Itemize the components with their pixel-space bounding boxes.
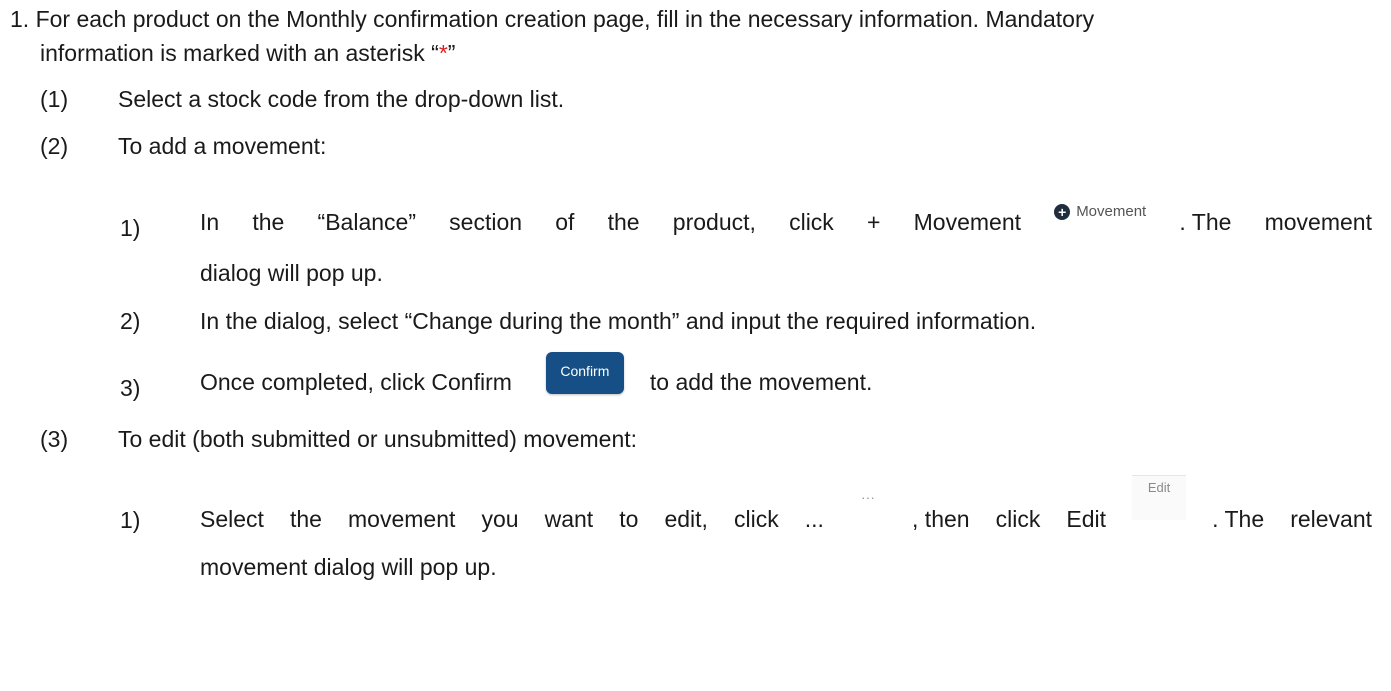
movement-button-label: Movement [1076, 203, 1147, 220]
more-options-icon[interactable]: ··· [850, 482, 886, 512]
step-2-2-number: 2) [120, 308, 141, 334]
step-3-text: To edit (both submitted or unsubmitted) … [118, 426, 638, 452]
plus-circle-icon: + [1054, 204, 1071, 220]
intro-number: 1. [10, 6, 30, 32]
step-3-1-line-2: movement dialog will pop up. [200, 554, 497, 580]
intro-line-1: 1. For each product on the Monthly confi… [10, 4, 1094, 34]
step-2-2-text: In the dialog, select “Change during the… [200, 308, 1037, 334]
step-2-3-number: 3) [120, 375, 141, 401]
step-2-3-line: Once completed, click Confirm Confirm to… [200, 352, 873, 406]
mandatory-asterisk: * [438, 40, 448, 66]
step-2-3-text-post: to add the movement. [649, 369, 873, 395]
step-2-number: (2) [40, 133, 69, 159]
intro-text-1: For each product on the Monthly confirma… [35, 6, 1095, 32]
intro-line-2: information is marked with an asterisk “… [40, 40, 456, 66]
confirm-button[interactable]: Confirm [545, 352, 624, 394]
step-2-3-text-pre: Once completed, click Confirm [200, 369, 512, 395]
step-3-number: (3) [40, 426, 69, 452]
step-2-1-line-2: dialog will pop up. [200, 260, 383, 286]
step-1-text: Select a stock code from the drop-down l… [118, 86, 565, 112]
step-2-1-number: 1) [120, 215, 141, 241]
movement-button[interactable]: + Movement [1054, 197, 1146, 227]
step-2-1-line-1: In the “Balance” section of the product,… [200, 198, 1372, 246]
step-2-text: To add a movement: [118, 133, 327, 159]
edit-menu-item[interactable]: Edit [1132, 475, 1187, 520]
step-3-1-number: 1) [120, 507, 141, 533]
step-3-1-line-1: Select the movement you want to edit, cl… [200, 475, 1372, 540]
step-1-number: (1) [40, 86, 69, 112]
